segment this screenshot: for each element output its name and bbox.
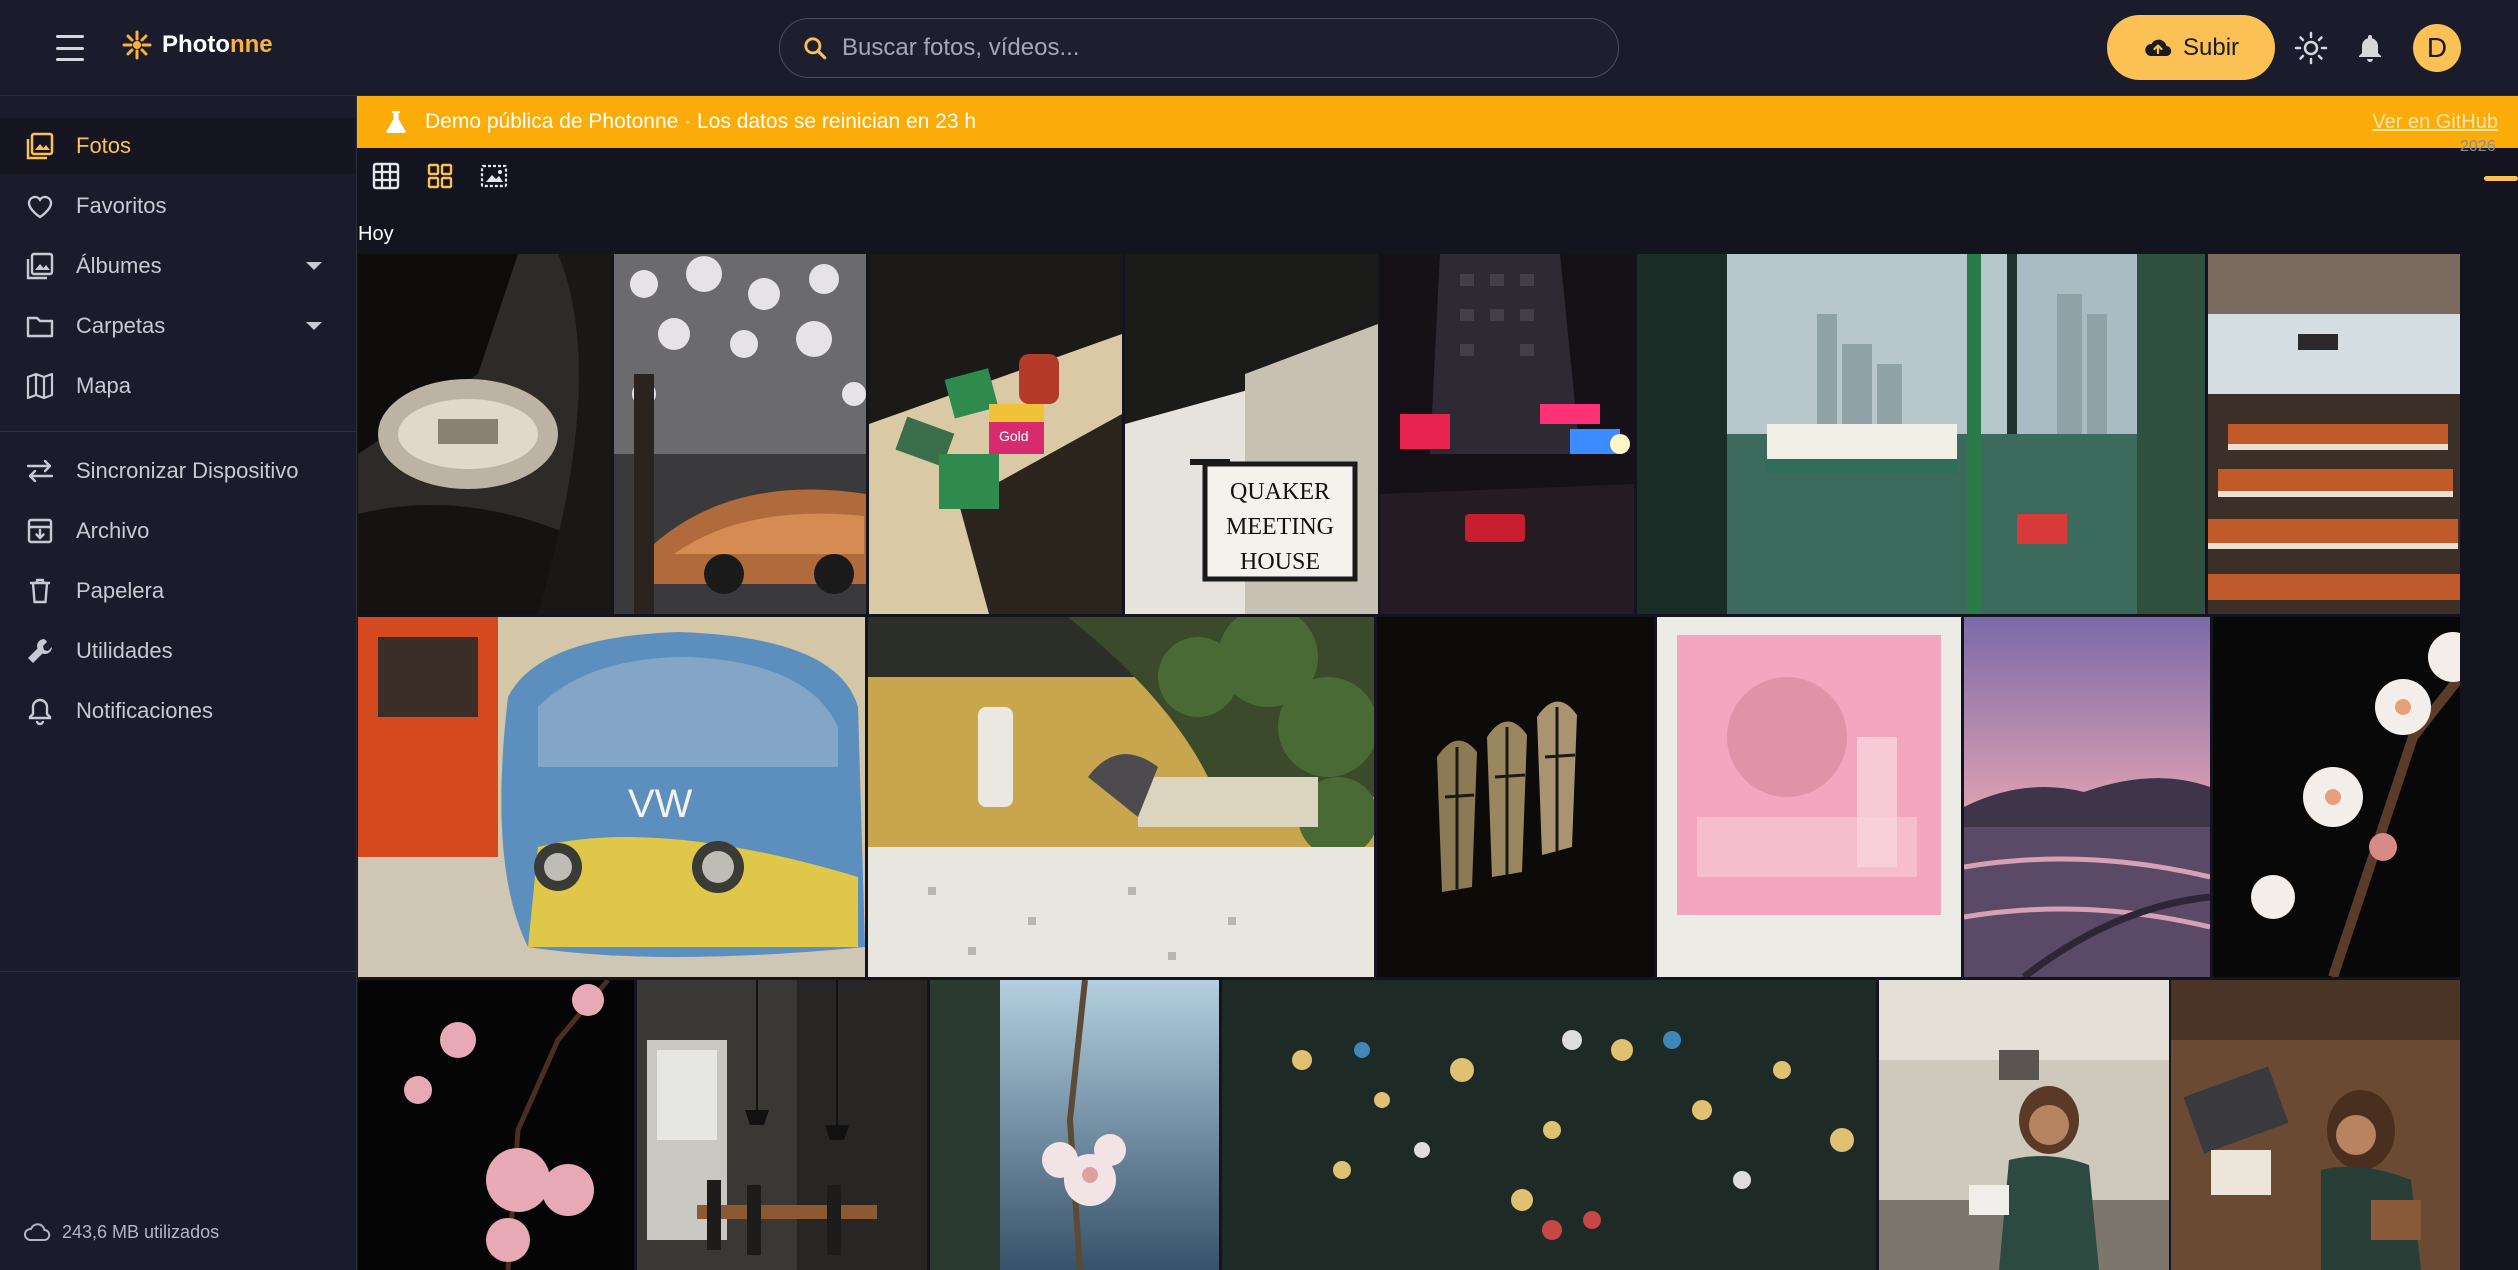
storage-usage: 243,6 MB utilizados — [22, 1221, 219, 1243]
search-bar[interactable] — [779, 18, 1619, 78]
photo-ferry-window[interactable] — [1637, 254, 2205, 614]
sidebar-item-albumes[interactable]: Álbumes — [0, 238, 356, 294]
albums-icon — [26, 252, 54, 280]
timeline-year[interactable]: 2026 — [2460, 138, 2496, 156]
sidebar-item-notificaciones[interactable]: Notificaciones — [0, 683, 356, 739]
view-toolbar — [370, 160, 510, 192]
image-select-icon[interactable] — [478, 160, 510, 192]
sidebar-item-sincronizar[interactable]: Sincronizar Dispositivo — [0, 443, 356, 499]
sidebar: Fotos Favoritos Álbumes Carpetas Mapa Si… — [0, 96, 357, 1270]
grid-large-icon[interactable] — [424, 160, 456, 192]
photo-pink-polaroid[interactable] — [1657, 617, 1961, 977]
user-avatar[interactable]: D — [2413, 24, 2461, 72]
photo-woman-desk[interactable] — [2171, 980, 2460, 1270]
photo-sunset-fields[interactable] — [1964, 617, 2210, 977]
date-group-label: Hoy — [358, 223, 394, 245]
bell-outline-icon — [28, 698, 52, 726]
sidebar-item-utilidades[interactable]: Utilidades — [0, 623, 356, 679]
photo-bokeh-lights[interactable] — [1222, 980, 1876, 1270]
menu-icon[interactable] — [50, 32, 90, 64]
cloud-upload-icon — [2145, 39, 2172, 56]
grid-small-icon[interactable] — [370, 160, 402, 192]
sun-logo-icon — [122, 30, 152, 60]
svg-text:MEETING: MEETING — [1226, 514, 1334, 540]
svg-text:HOUSE: HOUSE — [1240, 549, 1320, 575]
sidebar-item-mapa[interactable]: Mapa — [0, 358, 356, 414]
demo-banner: Demo pública de Photonne · Los datos se … — [357, 96, 2518, 148]
photo-ferry-interior[interactable] — [2208, 254, 2460, 614]
app-logo[interactable]: Photonne — [122, 30, 273, 60]
archive-icon — [27, 518, 53, 544]
chevron-down-icon[interactable] — [306, 322, 322, 330]
trash-icon — [30, 578, 50, 604]
upload-button[interactable]: Subir — [2107, 15, 2275, 80]
sidebar-item-archivo[interactable]: Archivo — [0, 503, 356, 559]
photo-porsche-tree[interactable] — [614, 254, 866, 614]
photo-church-window[interactable] — [1377, 617, 1654, 977]
sidebar-divider — [0, 431, 356, 432]
photo-quaker-sign[interactable]: QUAKER MEETING HOUSE — [1125, 254, 1378, 614]
sidebar-item-carpetas[interactable]: Carpetas — [0, 298, 356, 354]
sync-icon — [26, 459, 54, 483]
folder-icon — [26, 316, 54, 338]
heart-icon — [27, 195, 53, 219]
notifications-bell-icon[interactable] — [2352, 30, 2388, 66]
photo-white-blossom[interactable] — [2213, 617, 2460, 977]
photo-courtyard-bench[interactable] — [868, 617, 1374, 977]
photo-woman-kitchen[interactable] — [1879, 980, 2169, 1270]
app-name: Photonne — [162, 31, 273, 58]
sidebar-item-favoritos[interactable]: Favoritos — [0, 178, 356, 234]
photo-neon-street[interactable] — [1380, 254, 1634, 614]
sidebar-divider — [0, 971, 356, 972]
photo-cafe-interior[interactable] — [637, 980, 927, 1270]
photo-blossom-sky[interactable] — [930, 980, 1219, 1270]
sidebar-item-fotos[interactable]: Fotos — [0, 118, 356, 174]
map-icon — [26, 372, 54, 400]
wrench-icon — [28, 639, 52, 663]
timeline-indicator[interactable] — [2484, 176, 2518, 181]
photo-pink-blossom[interactable] — [358, 980, 634, 1270]
github-link[interactable]: Ver en GitHub — [2372, 111, 2498, 134]
svg-text:VW: VW — [628, 782, 693, 826]
svg-text:Gold: Gold — [999, 428, 1029, 444]
sidebar-item-papelera[interactable]: Papelera — [0, 563, 356, 619]
svg-text:QUAKER: QUAKER — [1230, 479, 1330, 505]
photo-film-rolls[interactable]: Gold — [869, 254, 1122, 614]
flask-icon — [386, 111, 406, 133]
banner-text: Demo pública de Photonne · Los datos se … — [425, 110, 977, 133]
photo-vw-bus[interactable]: VW — [358, 617, 865, 977]
cloud-icon — [24, 1223, 51, 1241]
theme-toggle-sun-icon[interactable] — [2293, 30, 2329, 66]
top-bar: Photonne Subir D — [0, 0, 2518, 96]
photo-car-dashboard[interactable] — [358, 254, 611, 614]
chevron-down-icon[interactable] — [306, 262, 322, 270]
search-input[interactable] — [842, 34, 1618, 62]
photos-icon — [26, 132, 54, 160]
search-icon — [804, 37, 827, 60]
